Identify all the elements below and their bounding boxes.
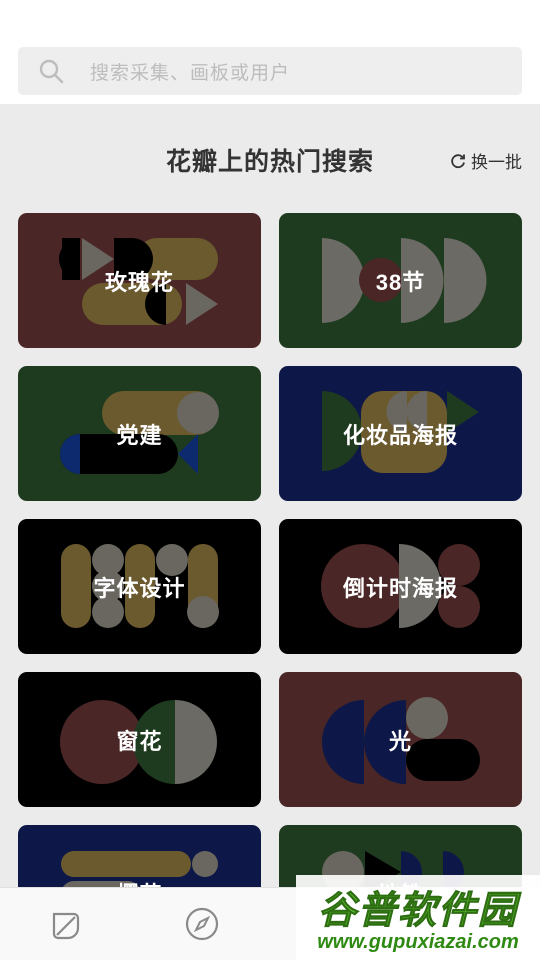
- card-label: 樱花: [18, 825, 261, 887]
- hot-search-card[interactable]: 光: [279, 672, 522, 807]
- watermark-title: 谷普软件园: [317, 890, 518, 933]
- compass-icon: [184, 907, 220, 946]
- card-label: 字体设计: [93, 575, 186, 601]
- nav-home[interactable]: [48, 906, 84, 942]
- hot-search-card[interactable]: 字体设计: [18, 519, 261, 654]
- card-label: 党建: [116, 422, 163, 448]
- card-label: 窗花: [116, 728, 163, 754]
- card-label: 化妆品海报: [342, 422, 458, 448]
- refresh-icon: [449, 152, 467, 170]
- hot-search-card[interactable]: 38节: [279, 213, 522, 348]
- watermark-logo: 谷普软件园 www.gupuxiazai.com: [296, 875, 540, 960]
- refresh-label: 换一批: [471, 153, 522, 172]
- hot-search-card[interactable]: 玫瑰花: [18, 213, 261, 348]
- watermark-url: www.gupuxiazai.com: [317, 931, 519, 953]
- leaf-icon: [48, 912, 84, 946]
- hot-search-card[interactable]: 党建: [18, 366, 261, 501]
- search-placeholder: 搜索采集、画板或用户: [90, 62, 291, 84]
- section-header: 花瓣上的热门搜索 换一批: [0, 104, 540, 212]
- hot-search-card[interactable]: 倒计时海报: [279, 519, 522, 654]
- hot-search-card[interactable]: 窗花: [18, 672, 261, 807]
- hot-search-card[interactable]: 樱花: [18, 825, 261, 887]
- card-label: 倒计时海报: [342, 575, 458, 601]
- card-label: 玫瑰花: [104, 269, 174, 295]
- hot-search-card[interactable]: 化妆品海报: [279, 366, 522, 501]
- hot-search-grid: 玫瑰花 38节 党建 化妆品海报 字体设计 倒计时海报 窗花 光: [18, 213, 522, 887]
- top-bar: 搜索采集、画板或用户: [0, 0, 540, 104]
- card-label: 光: [388, 728, 412, 754]
- search-icon: [38, 58, 64, 84]
- nav-explore[interactable]: [184, 906, 220, 942]
- search-input[interactable]: 搜索采集、画板或用户: [18, 47, 522, 95]
- card-label: 38节: [375, 269, 426, 295]
- refresh-button[interactable]: 换一批: [449, 148, 522, 173]
